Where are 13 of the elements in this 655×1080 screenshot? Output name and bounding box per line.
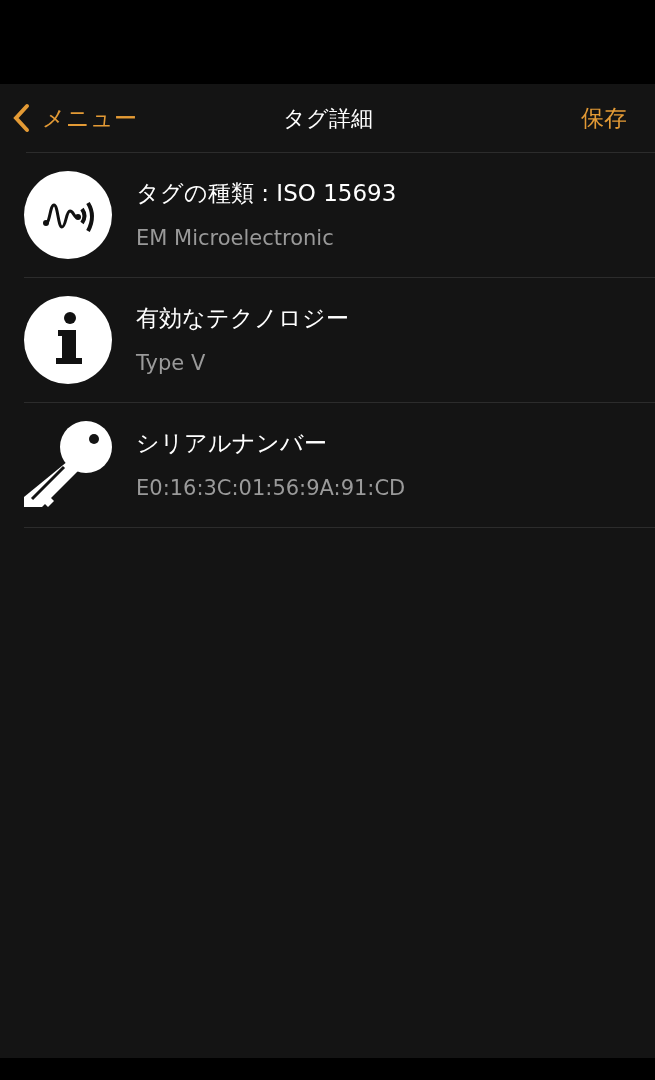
info-icon	[24, 296, 112, 384]
back-button[interactable]: メニュー	[12, 100, 137, 136]
screen-title: タグ詳細	[282, 104, 373, 133]
signal-wave-icon	[24, 171, 112, 259]
row-detail: E0:16:3C:01:56:9A:91:CD	[136, 474, 406, 502]
row-detail: EM Microelectronic	[136, 224, 335, 252]
key-icon	[24, 421, 112, 509]
row-title: シリアルナンバー	[136, 429, 328, 458]
chevron-left-icon	[12, 103, 30, 133]
row-detail: Type V	[136, 349, 207, 377]
row-title: タグの種類 : ISO 15693	[136, 179, 397, 208]
row-title: 有効なテクノロジー	[136, 304, 349, 333]
save-button[interactable]: 保存	[581, 100, 643, 136]
